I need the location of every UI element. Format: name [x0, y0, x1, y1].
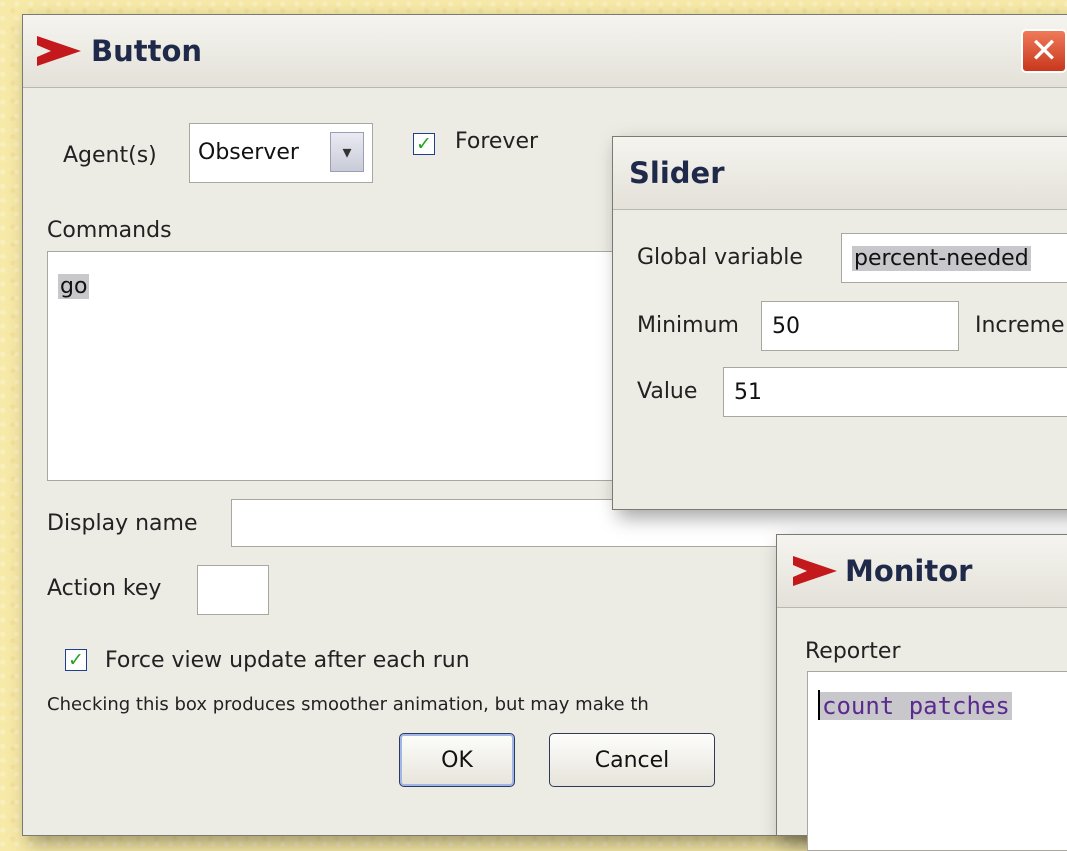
- force-update-hint: Checking this box produces smoother anim…: [47, 694, 649, 715]
- increment-label: Increme: [975, 313, 1065, 338]
- agents-select[interactable]: Observer ▾: [189, 123, 373, 183]
- global-variable-label: Global variable: [637, 245, 803, 270]
- agents-select-value: Observer: [198, 140, 299, 165]
- monitor-dialog: Monitor Reporter count patches: [776, 534, 1067, 851]
- minimum-input[interactable]: 50: [761, 301, 959, 351]
- reporter-editor[interactable]: count patches: [807, 671, 1067, 851]
- global-variable-input[interactable]: percent-needed: [841, 233, 1067, 283]
- slider-dialog-titlebar[interactable]: Slider: [613, 137, 1067, 210]
- chevron-down-icon[interactable]: ▾: [330, 132, 364, 172]
- netlogo-arrow-icon: [793, 556, 837, 586]
- commands-text: go: [58, 274, 90, 299]
- netlogo-arrow-icon: [37, 36, 81, 66]
- action-key-label: Action key: [47, 576, 162, 601]
- reporter-label: Reporter: [805, 639, 901, 664]
- close-icon: ✕: [1029, 31, 1059, 71]
- action-key-input[interactable]: [197, 565, 269, 615]
- close-button[interactable]: ✕: [1021, 29, 1067, 73]
- button-dialog-title: Button: [91, 34, 203, 68]
- minimum-label: Minimum: [637, 313, 739, 338]
- monitor-dialog-titlebar[interactable]: Monitor: [777, 535, 1067, 608]
- value-label: Value: [637, 379, 698, 404]
- ok-button[interactable]: OK: [399, 733, 515, 787]
- agents-label: Agent(s): [63, 143, 157, 168]
- forever-checkbox[interactable]: ✓: [413, 133, 435, 155]
- cancel-button[interactable]: Cancel: [549, 733, 715, 787]
- monitor-dialog-title: Monitor: [845, 554, 973, 588]
- forever-label: Forever: [455, 129, 539, 154]
- ok-button-label: OK: [441, 747, 473, 773]
- commands-editor[interactable]: go: [47, 251, 627, 481]
- force-update-label: Force view update after each run: [105, 648, 470, 673]
- display-name-label: Display name: [47, 511, 198, 536]
- value-input[interactable]: 51: [723, 367, 1067, 417]
- force-update-checkbox[interactable]: ✓: [65, 649, 87, 671]
- commands-label: Commands: [47, 218, 172, 243]
- reporter-code: count patches: [820, 692, 1012, 720]
- button-dialog-titlebar[interactable]: Button: [23, 15, 1067, 88]
- slider-dialog-title: Slider: [629, 156, 725, 190]
- global-variable-text: percent-needed: [852, 245, 1031, 271]
- slider-dialog: Slider Global variable percent-needed Mi…: [612, 136, 1067, 510]
- cancel-button-label: Cancel: [594, 747, 670, 773]
